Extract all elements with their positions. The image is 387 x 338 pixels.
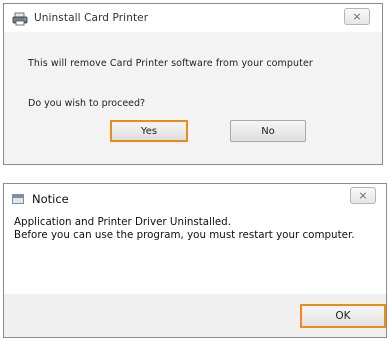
uninstall-dialog: Uninstall Card Printer ⨯ This will remov… <box>3 3 383 165</box>
notice-dialog: Notice ⨯ Application and Printer Driver … <box>3 183 387 338</box>
uninstall-question: Do you wish to proceed? <box>28 98 146 109</box>
close-icon: ⨯ <box>358 189 368 202</box>
uninstall-dialog-title: Uninstall Card Printer <box>34 12 149 24</box>
notice-dialog-title: Notice <box>32 192 69 206</box>
notice-message-line2: Before you can use the program, you must… <box>14 229 355 241</box>
close-icon: ⨯ <box>352 10 362 23</box>
ok-button[interactable]: OK <box>300 304 386 328</box>
uninstall-dialog-close-button[interactable]: ⨯ <box>344 8 370 25</box>
notice-dialog-close-button[interactable]: ⨯ <box>350 187 376 204</box>
no-button[interactable]: No <box>230 120 306 142</box>
window-icon <box>12 194 24 204</box>
uninstall-message: This will remove Card Printer software f… <box>28 58 313 69</box>
uninstall-dialog-titlebar: Uninstall Card Printer ⨯ <box>4 4 382 32</box>
notice-dialog-titlebar: Notice ⨯ <box>4 184 386 214</box>
notice-message-line1: Application and Printer Driver Uninstall… <box>14 216 231 228</box>
yes-button[interactable]: Yes <box>110 120 188 142</box>
printer-icon <box>12 12 28 26</box>
screenshot-canvas: Uninstall Card Printer ⨯ This will remov… <box>0 0 387 338</box>
